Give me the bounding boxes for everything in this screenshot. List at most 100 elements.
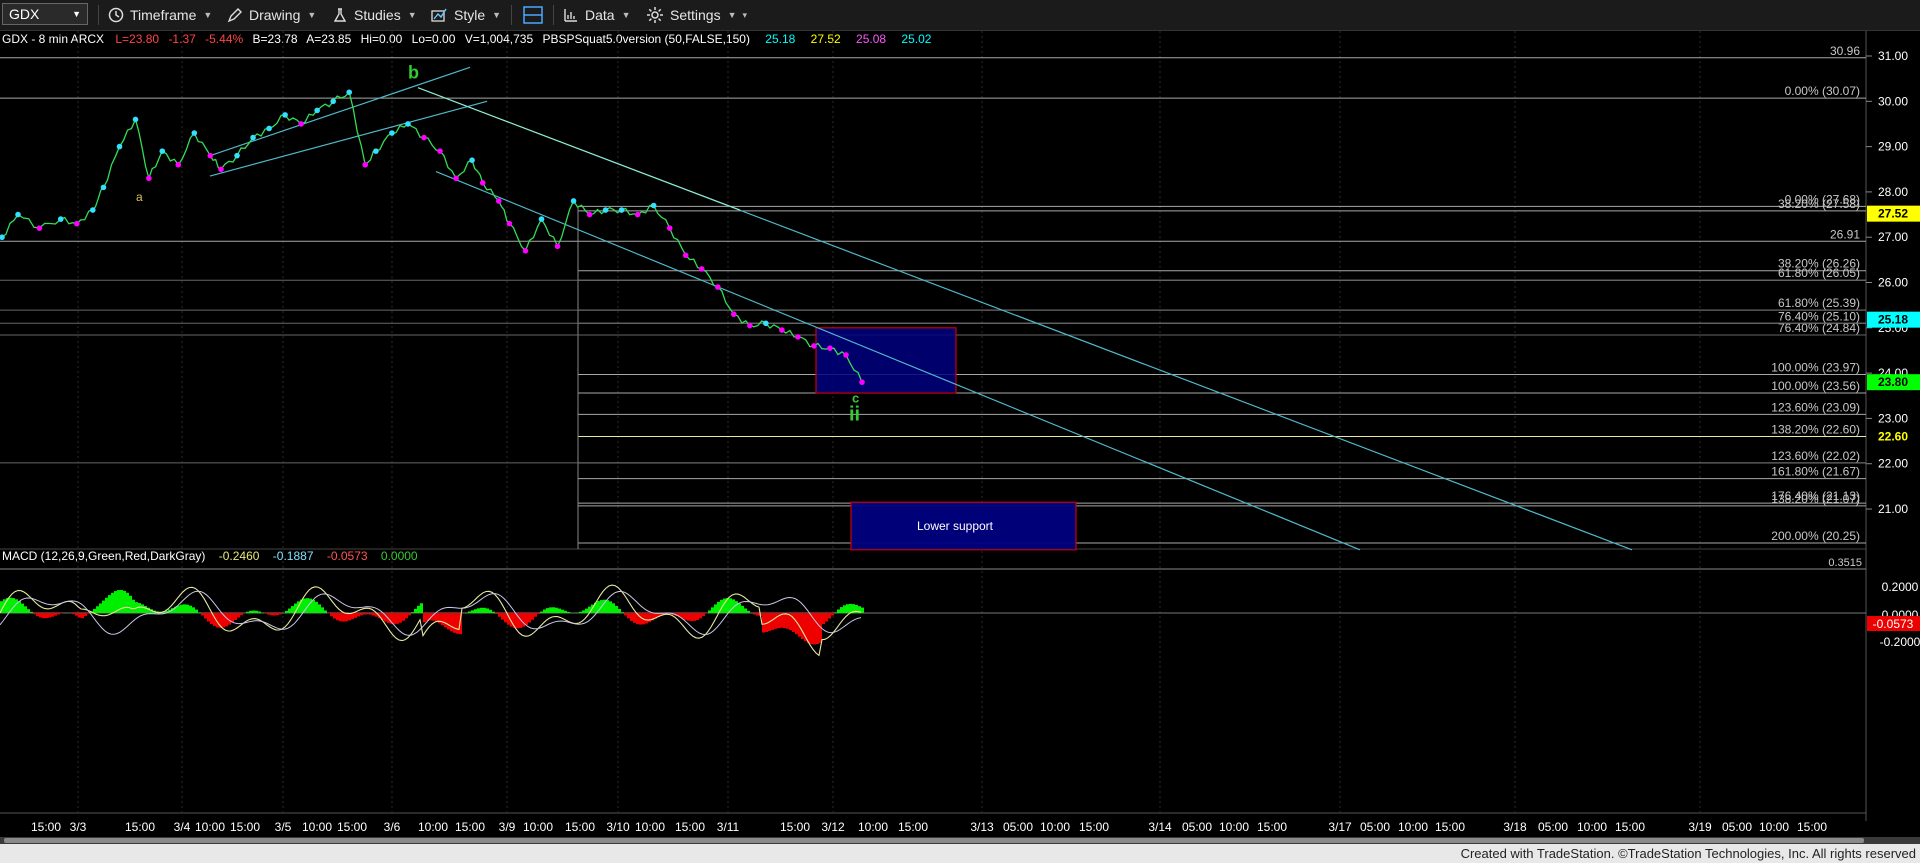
level-label: 123.60% (22.02) [1771, 449, 1860, 463]
macd-hist-bar-neg [366, 613, 369, 615]
macd-hist-bar-pos [606, 600, 609, 613]
macd-hist-bar-neg [786, 613, 789, 629]
header-bid: B=23.78 [253, 32, 298, 46]
time-tick-label: 15:00 [455, 820, 485, 834]
macd-hist-bar-pos [249, 610, 252, 613]
macd-hist-bar-neg [435, 613, 438, 622]
macd-hist-bar-neg [345, 613, 348, 622]
style-button[interactable]: Style ▼ [430, 3, 501, 27]
macd-hist-bar-neg [771, 613, 774, 630]
macd-hist-bar-pos [105, 597, 108, 613]
macd-hist-bar-neg [639, 613, 642, 625]
swing-low-dot [859, 379, 865, 385]
level-label: 138.20% (21.07) [1771, 492, 1860, 506]
swing-low-dot [714, 284, 721, 290]
gear-icon [647, 7, 663, 23]
swing-low-dot [495, 198, 502, 204]
macd-hist-bar-neg [72, 613, 75, 615]
macd-hist-bar-neg [627, 613, 630, 619]
swing-low-dot [36, 225, 43, 231]
macd-hist-bar-pos [321, 607, 324, 613]
swing-high-dot [330, 98, 336, 105]
macd-hist-bar-neg [633, 613, 636, 623]
timeframe-label: Timeframe [130, 7, 197, 23]
price-chart[interactable]: GDX - 8 min ARCX L=23.80 -1.37 -5.44% B=… [0, 31, 1920, 837]
macd-hist-bar-neg [75, 613, 78, 616]
macd-hist-bar-pos [141, 604, 144, 613]
chart-background [0, 31, 1920, 837]
macd-hist-bar-pos [144, 606, 147, 613]
time-tick-label: 15:00 [565, 820, 595, 834]
macd-hist-bar-pos [552, 607, 555, 613]
swing-low-dot [554, 243, 561, 250]
swing-low-dot [421, 134, 427, 141]
time-tick-label: 3/13 [970, 820, 994, 834]
macd-hist-bar-pos [417, 605, 420, 613]
macd-hist-bar-neg [363, 613, 366, 615]
macd-hist-bar-pos [477, 608, 480, 613]
macd-hist-bar-neg [783, 613, 786, 628]
layout-button[interactable] [522, 3, 550, 27]
macd-hist-bar-neg [36, 613, 39, 617]
macd-hist-bar-neg [534, 613, 537, 617]
time-tick-label: 15:00 [31, 820, 61, 834]
macd-top-tag: 0.3515 [1828, 557, 1862, 569]
divider [511, 5, 512, 25]
swing-low-dot [437, 148, 443, 154]
macd-hist-bar-pos [195, 609, 198, 613]
macd-hist-bar-neg [813, 613, 816, 645]
macd-hist-bar-pos [261, 612, 264, 613]
macd-hist-bar-neg [774, 613, 777, 629]
macd-label: MACD (12,26,9,Green,Red,DarkGray) [2, 549, 205, 563]
macd-hist-bar-neg [537, 613, 540, 614]
macd-hist-bar-neg [276, 613, 279, 616]
macd-hist-bar-neg [456, 613, 459, 634]
macd-hist-bar-neg [204, 613, 207, 619]
header-v2: 27.52 [811, 32, 841, 46]
lower-support-box: Lower support [850, 501, 1077, 551]
macd-hist-bar-pos [840, 607, 843, 613]
macd-hist-bar-pos [258, 611, 261, 613]
price-tag-label: 23.80 [1878, 375, 1908, 389]
macd-hist-bar-neg [831, 613, 834, 616]
macd-tick-neg: -0.2000 [1880, 635, 1920, 649]
macd-hist-bar-pos [30, 611, 33, 613]
scrollbar-thumb[interactable] [4, 838, 1864, 843]
timeframe-button[interactable]: Timeframe ▼ [108, 3, 212, 27]
symbol-value: GDX [9, 6, 40, 22]
macd-hist-bar-pos [24, 606, 27, 613]
swing-low-dot [218, 166, 224, 173]
swing-high-dot [132, 116, 139, 123]
time-tick-label: 3/19 [1688, 820, 1712, 834]
swing-low-dot [506, 220, 513, 227]
swing-low-dot [586, 211, 593, 218]
data-button[interactable]: Data ▼ [563, 3, 631, 27]
toolbar: GDX ▼ Timeframe ▼ Drawing ▼ Studies ▼ St… [0, 0, 1920, 31]
symbol-input[interactable]: GDX ▼ [2, 3, 88, 25]
time-tick-label: 05:00 [1182, 820, 1212, 834]
swing-high-dot [389, 130, 395, 136]
time-tick-label: 05:00 [1722, 820, 1752, 834]
price-tick-label: 30.00 [1878, 94, 1908, 108]
macd-hist-bar-pos [486, 608, 489, 613]
style-label: Style [454, 7, 486, 23]
studies-label: Studies [354, 7, 401, 23]
chevron-down-icon: ▼ [727, 10, 737, 20]
settings-button[interactable]: Settings ▼ ▾ [646, 3, 747, 27]
chevron-down-icon: ▼ [203, 10, 213, 20]
price-tick-label: 26.00 [1878, 276, 1908, 290]
macd-hist-bar-pos [114, 591, 117, 613]
macd-hist-bar-neg [408, 613, 411, 616]
macd-v1: -0.2460 [219, 549, 260, 563]
drawing-button[interactable]: Drawing ▼ [227, 3, 316, 27]
swing-low-dot [827, 345, 833, 352]
macd-hist-bar-neg [531, 613, 534, 620]
level-label: 100.00% (23.97) [1771, 360, 1860, 374]
swing-high-dot [234, 152, 240, 159]
macd-hist-bar-neg [57, 613, 60, 615]
time-tick-label: 3/10 [606, 820, 630, 834]
studies-button[interactable]: Studies ▼ [332, 3, 417, 27]
chevron-down-icon: ▼ [492, 10, 502, 20]
time-tick-label: 15:00 [1257, 820, 1287, 834]
time-tick-label: 10:00 [635, 820, 665, 834]
